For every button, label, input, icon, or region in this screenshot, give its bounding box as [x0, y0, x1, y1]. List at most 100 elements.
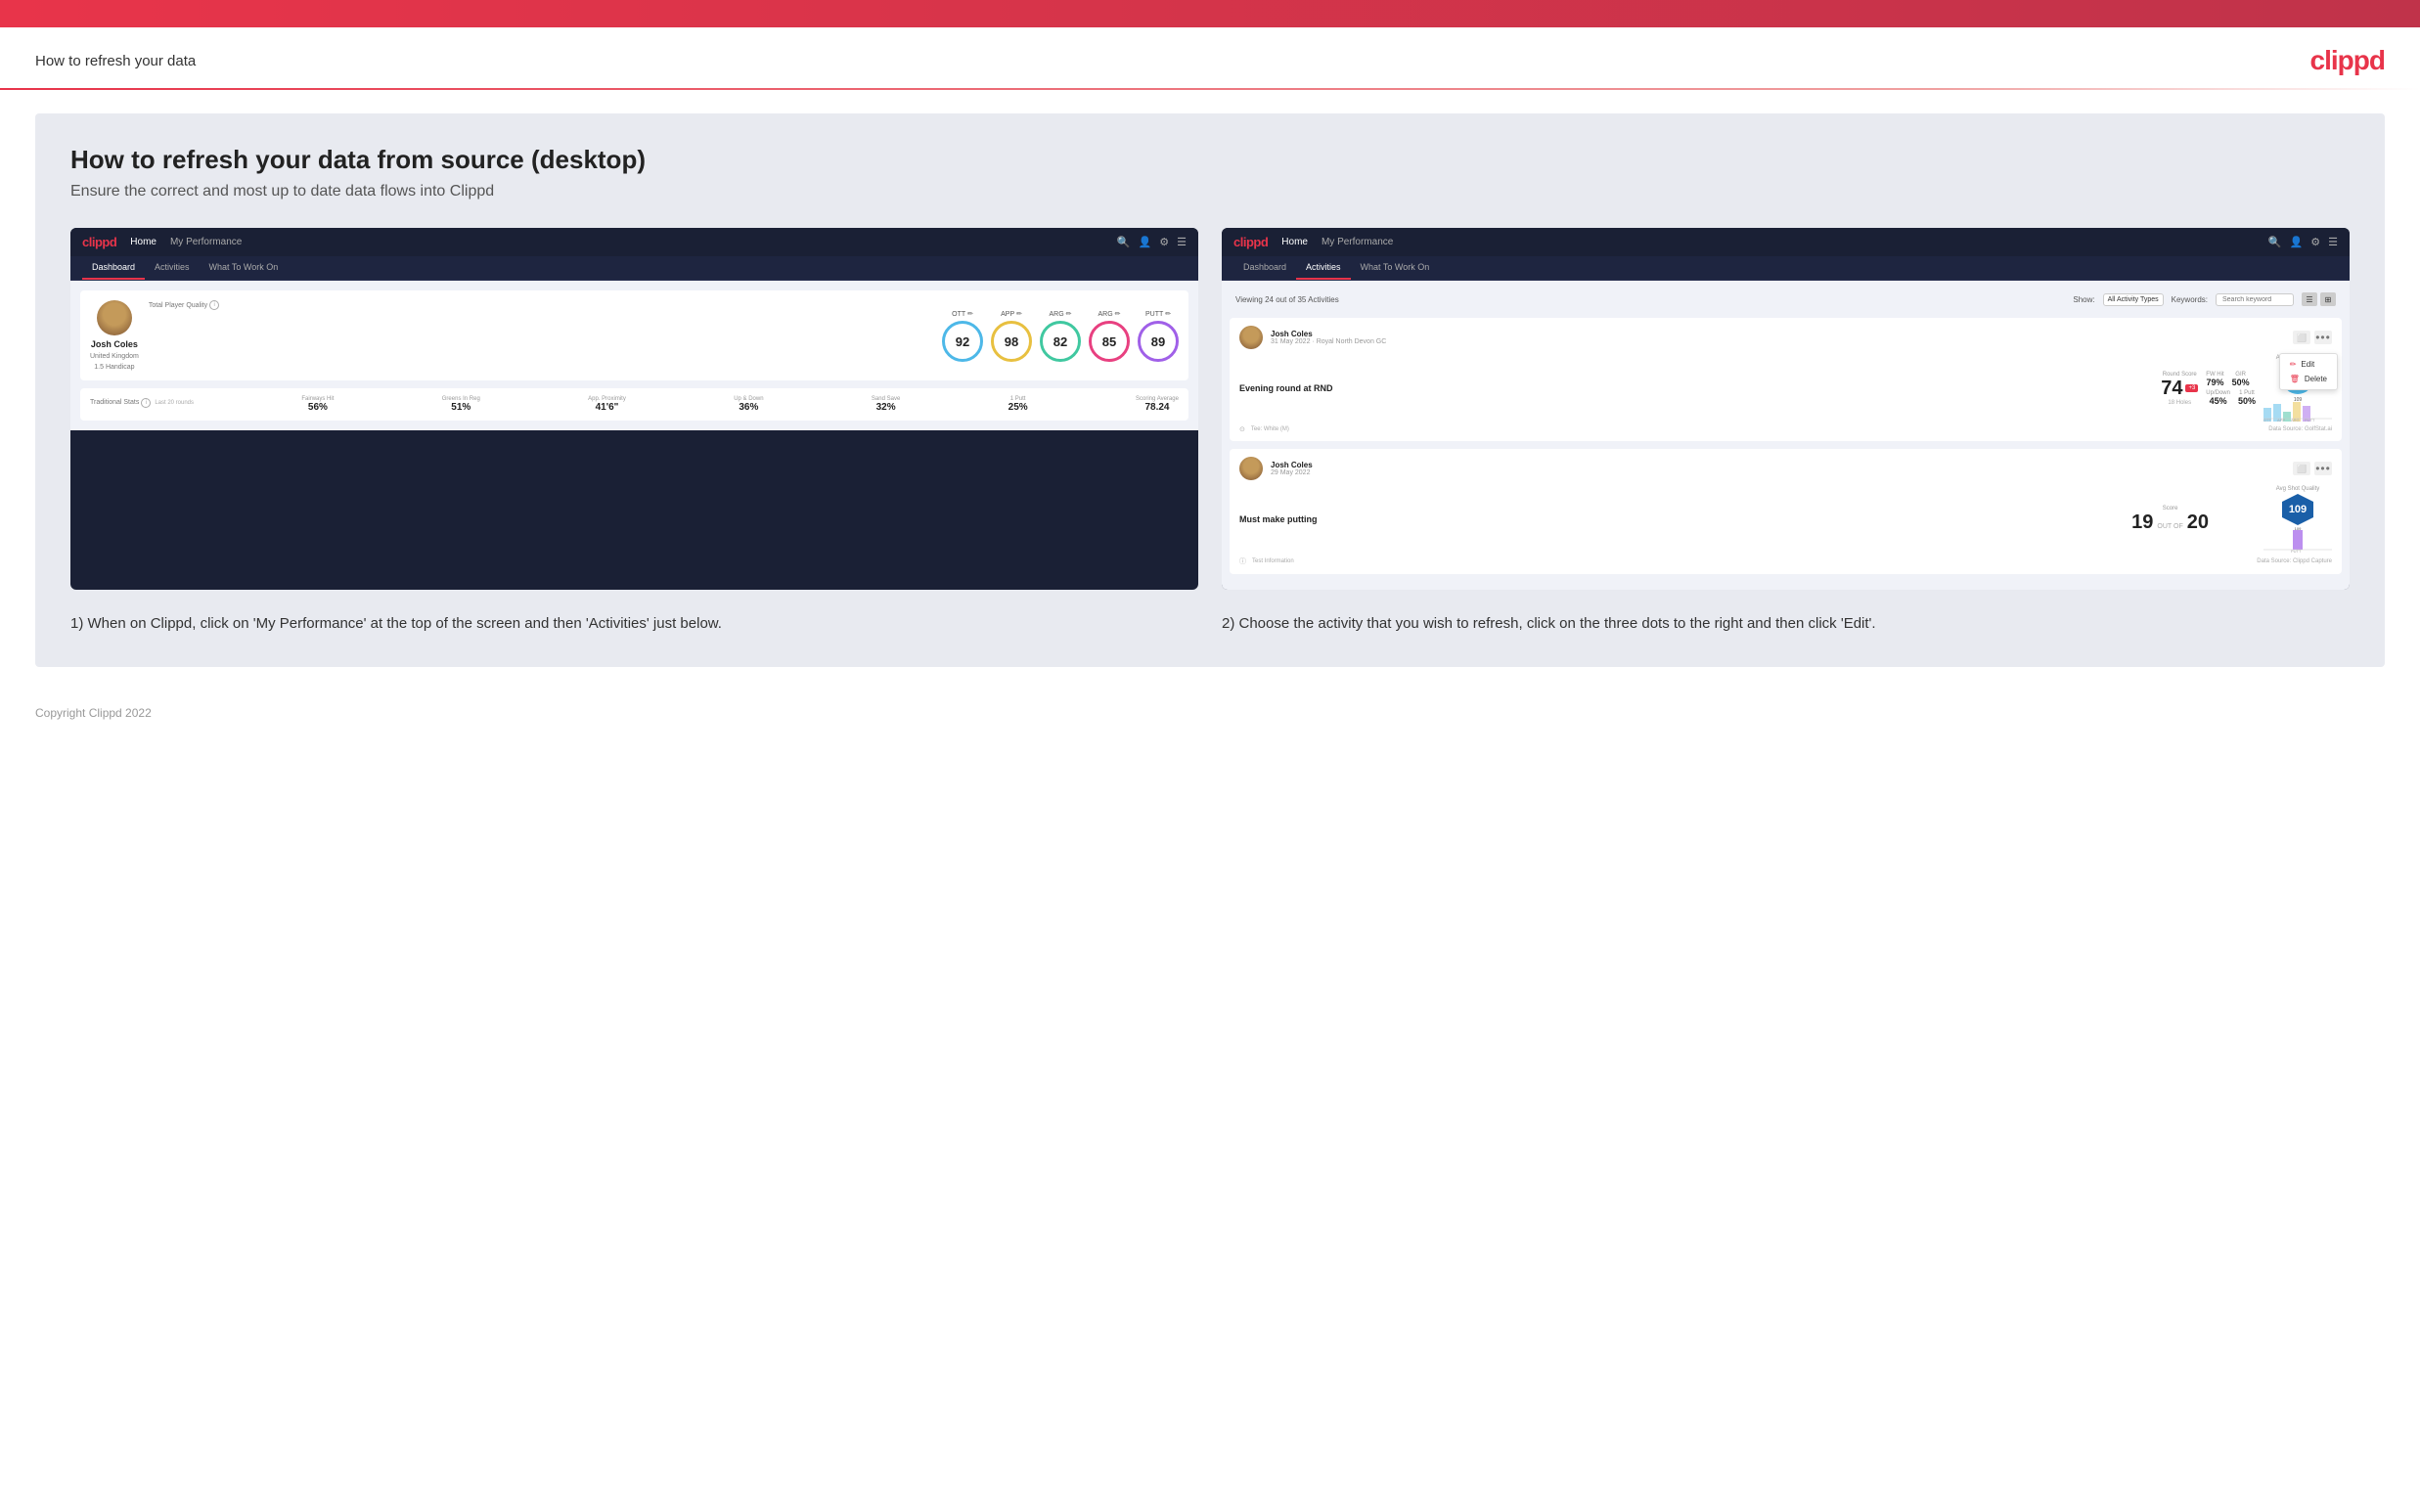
ss1-player-country: United Kingdom: [90, 353, 139, 360]
info-icon-footer: ⓘ: [1239, 556, 1246, 566]
activity-1-date: 31 May 2022 · Royal North Devon GC: [1271, 338, 1386, 345]
ss1-tab-work-on[interactable]: What To Work On: [200, 256, 289, 280]
ss1-player-handicap: 1.5 Handicap: [94, 364, 134, 371]
descriptions-row: 1) When on Clippd, click on 'My Performa…: [70, 613, 2350, 636]
ss2-tab-work-on[interactable]: What To Work On: [1351, 256, 1440, 280]
activity-2-icons: ⬜ •••: [2293, 462, 2332, 475]
ss1-total-quality: Total Player Quality i: [149, 300, 1179, 310]
holes-label: 18 Holes: [2168, 400, 2191, 406]
ss2-search-input[interactable]: [2216, 293, 2294, 306]
page-subheading: Ensure the correct and most up to date d…: [70, 183, 2350, 200]
ss1-nav-performance[interactable]: My Performance: [170, 237, 242, 247]
ss1-stat-sand: Sand Save 32%: [872, 396, 900, 413]
list-view-icon[interactable]: ☰: [2302, 292, 2317, 306]
ss1-body: Josh Coles United Kingdom 1.5 Handicap T…: [70, 281, 1198, 430]
svg-text:PUTT: PUTT: [2305, 418, 2315, 422]
shot-quality-hex-2: 109: [2282, 494, 2313, 525]
mini-bar-chart-2: 109 PUTT: [2263, 525, 2332, 553]
ss2-nav-performance[interactable]: My Performance: [1322, 237, 1393, 247]
page-heading: How to refresh your data from source (de…: [70, 145, 2350, 175]
search-icon-2[interactable]: 🔍: [2268, 236, 2282, 248]
activity-2-player: Josh Coles: [1271, 461, 1313, 469]
ss1-nav-icons: 🔍 👤 ⚙ ☰: [1117, 236, 1187, 248]
user-icon[interactable]: 👤: [1139, 236, 1152, 248]
ss1-tabs: Dashboard Activities What To Work On: [70, 256, 1198, 281]
ss1-stat-1putt: 1 Putt 25%: [1008, 396, 1028, 413]
ss2-activity-type-select[interactable]: All Activity Types: [2103, 293, 2164, 306]
logo: clippd: [2310, 45, 2385, 76]
activity-1-score: Round Score 74 +3 18 Holes: [2161, 372, 2198, 406]
ss2-tab-dashboard[interactable]: Dashboard: [1233, 256, 1296, 280]
ss1-nav: clippd Home My Performance 🔍 👤 ⚙ ☰: [70, 228, 1198, 256]
activity-2-footer: ⓘ Test Information Data Source: Clippd C…: [1239, 556, 2332, 566]
settings-icon-2[interactable]: ⚙: [2310, 236, 2320, 248]
activity-2-score: Score 19 OUT OF 20: [2131, 506, 2209, 534]
location-icon: ⊙: [1239, 425, 1245, 433]
ss2-filter-row: Viewing 24 out of 35 Activities Show: Al…: [1230, 289, 2342, 310]
share-icon-btn[interactable]: ⬜: [2293, 331, 2310, 344]
activity-1-footer: ⊙ Tee: White (M) Data Source: GolfStat.a…: [1239, 425, 2332, 433]
ss2-tab-activities[interactable]: Activities: [1296, 256, 1351, 280]
ss1-traditional-label: Traditional Stats i Last 20 rounds: [90, 398, 194, 408]
activity-2-info: Josh Coles 29 May 2022: [1271, 461, 1313, 476]
ss1-circle-ott: OTT ✏ 92: [942, 310, 983, 362]
main-content: How to refresh your data from source (de…: [35, 113, 2385, 667]
user-icon-2[interactable]: 👤: [2290, 236, 2304, 248]
ss2-tabs: Dashboard Activities What To Work On: [1222, 256, 2350, 281]
activity-1-title: Evening round at RND: [1239, 383, 2153, 393]
ss1-nav-home[interactable]: Home: [130, 237, 157, 247]
ss2-view-icons: ☰ ⊞: [2302, 292, 2336, 306]
ss2-nav-home[interactable]: Home: [1281, 237, 1308, 247]
grid-view-icon[interactable]: ⊞: [2320, 292, 2336, 306]
ss1-stat-gir: Greens In Reg 51%: [442, 396, 480, 413]
ss1-tab-dashboard[interactable]: Dashboard: [82, 256, 145, 280]
ss2-body: Viewing 24 out of 35 Activities Show: Al…: [1222, 281, 2350, 590]
edit-delete-menu: ✏ Edit 🗑 Delete: [2279, 353, 2338, 390]
activity-1-icons: ⬜ •••: [2293, 331, 2332, 344]
edit-menu-item[interactable]: ✏ Edit: [2280, 357, 2337, 372]
ss1-circle-putt: PUTT ✏ 89: [1138, 310, 1179, 362]
three-dots-btn-2[interactable]: •••: [2314, 462, 2332, 475]
menu-icon-2[interactable]: ☰: [2328, 236, 2338, 248]
activity-1-header: Josh Coles 31 May 2022 · Royal North Dev…: [1239, 326, 2332, 349]
activity-2-avatar: [1239, 457, 1263, 480]
activity-2-date: 29 May 2022: [1271, 469, 1313, 476]
copyright: Copyright Clippd 2022: [35, 706, 152, 720]
ss2-filter-right: Show: All Activity Types Keywords: ☰ ⊞: [2073, 292, 2336, 306]
ss2-nav: clippd Home My Performance 🔍 👤 ⚙ ☰: [1222, 228, 2350, 256]
ss2-keyword-label: Keywords:: [2172, 295, 2208, 304]
activity-card-1: Josh Coles 31 May 2022 · Royal North Dev…: [1230, 318, 2342, 441]
three-dots-btn-1[interactable]: •••: [2314, 331, 2332, 344]
desc-left: 1) When on Clippd, click on 'My Performa…: [70, 613, 1198, 636]
ss1-profile-row: Josh Coles United Kingdom 1.5 Handicap T…: [80, 290, 1188, 380]
activity-1-fw-gir: FW Hit 79% GIR 50% Up/Down: [2206, 372, 2256, 406]
share-icon-btn-2[interactable]: ⬜: [2293, 462, 2310, 475]
ss1-stat-prox: App. Proximity 41'6": [588, 396, 626, 413]
ss1-avatar-img: [97, 300, 132, 335]
svg-text:PUTT: PUTT: [2291, 549, 2302, 553]
ss2-viewing-label: Viewing 24 out of 35 Activities: [1235, 295, 1339, 304]
search-icon[interactable]: 🔍: [1117, 236, 1131, 248]
ss1-stat-scoring: Scoring Average 78.24: [1136, 396, 1179, 413]
ss1-circle-arg: ARG ✏ 82: [1040, 310, 1081, 362]
svg-text:109: 109: [2294, 397, 2303, 403]
desc-right-text: 2) Choose the activity that you wish to …: [1222, 613, 2350, 636]
ss2-logo: clippd: [1233, 235, 1268, 249]
settings-icon[interactable]: ⚙: [1159, 236, 1169, 248]
ss1-avatar: [97, 300, 132, 335]
svg-text:109: 109: [2295, 526, 2302, 531]
footer: Copyright Clippd 2022: [0, 690, 2420, 735]
svg-text:APP: APP: [2277, 418, 2285, 422]
screenshots-row: clippd Home My Performance 🔍 👤 ⚙ ☰ Dashb…: [70, 228, 2350, 590]
edit-icon: ✏: [2290, 360, 2297, 369]
ss1-stat-updown: Up & Down 36%: [734, 396, 763, 413]
activity-2-header: Josh Coles 29 May 2022 ⬜ •••: [1239, 457, 2332, 480]
ss1-player-name: Josh Coles: [91, 339, 138, 349]
ss1-tab-activities[interactable]: Activities: [145, 256, 200, 280]
ss1-circles-row: OTT ✏ 92 APP ✏ 98 ARG ✏ 82: [149, 310, 1179, 362]
info-icon: i: [209, 300, 219, 310]
menu-icon[interactable]: ☰: [1177, 236, 1187, 248]
trad-info-icon: i: [141, 398, 151, 408]
delete-menu-item[interactable]: 🗑 Delete: [2280, 372, 2337, 386]
activity-1-info: Josh Coles 31 May 2022 · Royal North Dev…: [1271, 330, 1386, 345]
